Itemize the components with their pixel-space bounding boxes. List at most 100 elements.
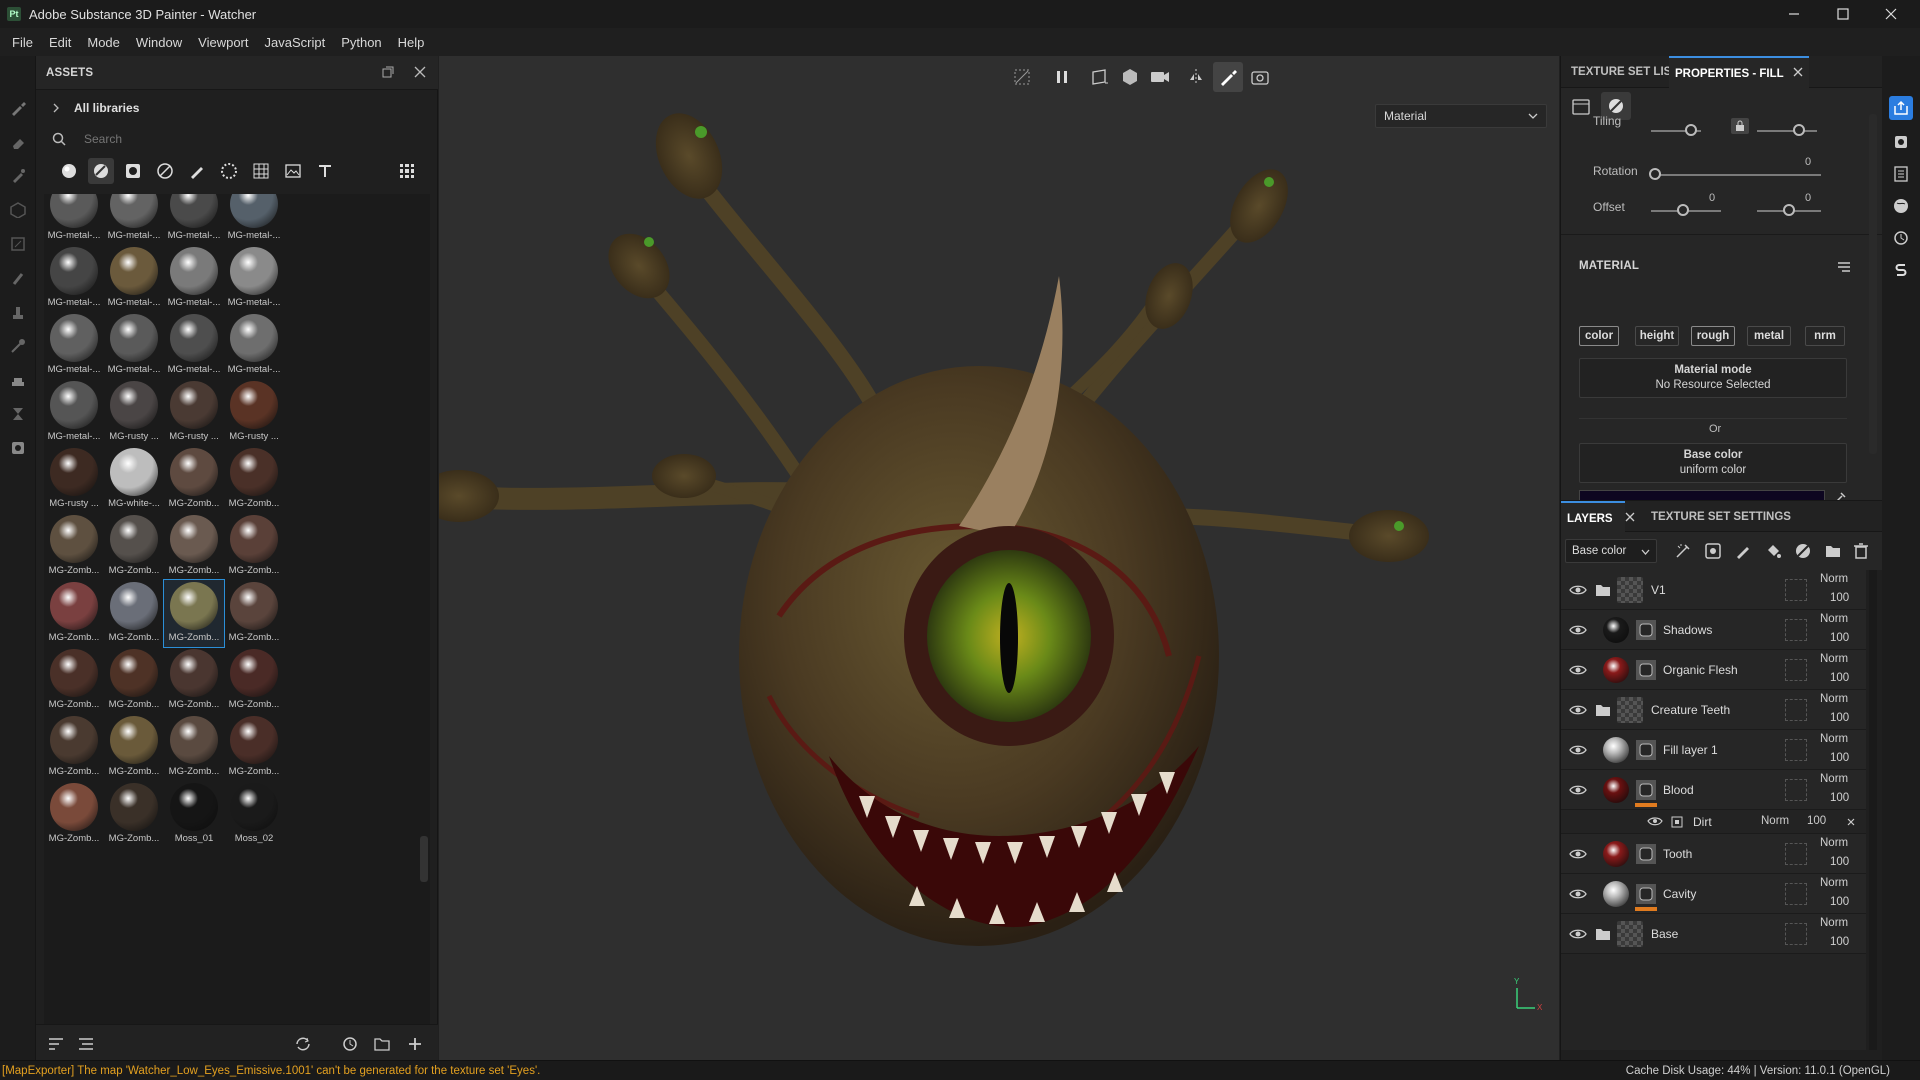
layer-mask-slot[interactable] (1785, 739, 1807, 761)
asset-item[interactable]: MG-rusty ... (44, 446, 104, 513)
minimize-button[interactable] (1771, 0, 1817, 28)
geometry-mask-tool[interactable] (8, 200, 28, 220)
viewport-mode-select[interactable]: Material (1375, 104, 1547, 128)
tab-layers[interactable]: LAYERS (1561, 501, 1625, 533)
layer-mask-icon[interactable] (1635, 659, 1657, 681)
asset-item[interactable]: MG-metal-... (224, 194, 284, 245)
paint-mode-button[interactable] (1213, 62, 1243, 92)
layer-opacity[interactable]: 100 (1830, 632, 1849, 644)
asset-item[interactable]: MG-Zomb... (164, 714, 224, 781)
layer-mask-icon[interactable] (1635, 843, 1657, 865)
channel-nrm-button[interactable]: nrm (1805, 326, 1845, 346)
visibility-eye-icon[interactable] (1569, 624, 1587, 636)
asset-item[interactable]: MG-white-... (104, 446, 164, 513)
camera-settings-button[interactable] (1145, 62, 1175, 92)
asset-item[interactable]: MG-Zomb... (163, 579, 225, 648)
pause-button[interactable] (1047, 62, 1077, 92)
tiling-slider-2[interactable] (1757, 130, 1817, 132)
shader-settings-button[interactable] (1889, 162, 1913, 186)
channel-color-button[interactable]: color (1579, 326, 1619, 346)
asset-item[interactable]: MG-metal-... (224, 312, 284, 379)
asset-item[interactable]: MG-Zomb... (104, 513, 164, 580)
menu-python[interactable]: Python (333, 35, 389, 50)
layer-mask-slot[interactable] (1785, 843, 1807, 865)
asset-item[interactable]: MG-Zomb... (164, 446, 224, 513)
layer-mask-slot[interactable] (1785, 779, 1807, 801)
asset-item[interactable]: MG-Zomb... (224, 714, 284, 781)
visibility-eye-icon[interactable] (1569, 704, 1587, 716)
menu-help[interactable]: Help (390, 35, 433, 50)
menu-window[interactable]: Window (128, 35, 190, 50)
asset-item[interactable]: Moss_01 (164, 781, 224, 848)
channel-metal-button[interactable]: metal (1747, 326, 1791, 346)
asset-item[interactable]: MG-metal-... (104, 312, 164, 379)
asset-item[interactable]: MG-Zomb... (104, 714, 164, 781)
layer-row[interactable]: Tooth Norm 100 (1561, 834, 1866, 874)
filter-smart-materials-button[interactable] (88, 158, 114, 184)
tab-properties-fill[interactable]: PROPERTIES - FILL (1669, 56, 1809, 88)
visibility-eye-icon[interactable] (1569, 584, 1587, 596)
filter-particles-button[interactable] (216, 158, 242, 184)
rotation-slider[interactable] (1651, 174, 1821, 176)
menu-javascript[interactable]: JavaScript (256, 35, 333, 50)
tiling-slider-knob[interactable] (1685, 124, 1697, 136)
tab-texture-set-settings[interactable]: TEXTURE SET SETTINGS (1645, 501, 1797, 533)
asset-item[interactable]: MG-Zomb... (44, 513, 104, 580)
asset-item[interactable]: MG-metal-... (224, 245, 284, 312)
layer-blend-mode[interactable]: Norm (1820, 837, 1848, 849)
filter-materials-button[interactable] (56, 158, 82, 184)
asset-item[interactable]: MG-Zomb... (44, 781, 104, 848)
layer-mask-slot[interactable] (1785, 923, 1807, 945)
asset-item[interactable]: MG-Zomb... (224, 446, 284, 513)
menu-edit[interactable]: Edit (41, 35, 79, 50)
layer-mask-icon[interactable] (1635, 883, 1657, 905)
asset-item[interactable]: MG-metal-... (164, 312, 224, 379)
float-panel-button[interactable] (382, 66, 394, 78)
asset-item[interactable]: Moss_02 (224, 781, 284, 848)
base-color-box[interactable]: Base color uniform color (1579, 443, 1847, 483)
layer-opacity[interactable]: 100 (1830, 592, 1849, 604)
layer-mask-icon[interactable] (1635, 739, 1657, 761)
asset-item[interactable]: MG-Zomb... (224, 580, 284, 647)
sublayer-row[interactable]: Dirt Norm 100 (1561, 810, 1866, 834)
view-3d-button[interactable] (1115, 62, 1145, 92)
offset-v-knob[interactable] (1783, 204, 1795, 216)
layer-mask-slot[interactable] (1785, 659, 1807, 681)
filter-alphas-button[interactable] (248, 158, 274, 184)
layer-blend-mode[interactable]: Norm (1820, 773, 1848, 785)
paint-brush-tool[interactable] (8, 98, 28, 118)
asset-scrollbar[interactable] (420, 836, 428, 882)
layer-opacity[interactable]: 100 (1830, 792, 1849, 804)
sublayer-blend-mode[interactable]: Norm (1761, 815, 1789, 827)
substance-share-button[interactable] (1889, 258, 1913, 282)
asset-item[interactable]: MG-metal-... (44, 312, 104, 379)
layer-row[interactable]: Cavity Norm 100 (1561, 874, 1866, 914)
layer-opacity[interactable]: 100 (1830, 752, 1849, 764)
layer-opacity[interactable]: 100 (1830, 672, 1849, 684)
rotation-slider-knob[interactable] (1649, 168, 1661, 180)
symmetry-button[interactable] (1181, 62, 1211, 92)
asset-item[interactable]: MG-Zomb... (164, 647, 224, 714)
asset-item[interactable]: MG-Zomb... (44, 714, 104, 781)
layer-row[interactable]: V1 Norm 100 (1561, 570, 1866, 610)
layer-mask-icon[interactable] (1635, 779, 1657, 801)
visibility-eye-icon[interactable] (1569, 888, 1587, 900)
display-settings-tool[interactable] (8, 438, 28, 458)
visibility-eye-icon[interactable] (1647, 816, 1663, 827)
menu-file[interactable]: File (4, 35, 41, 50)
maximize-button[interactable] (1820, 0, 1866, 28)
visibility-eye-icon[interactable] (1569, 784, 1587, 796)
layer-mask-slot[interactable] (1785, 619, 1807, 641)
filter-environments-button[interactable] (280, 158, 306, 184)
layers-scrollbar[interactable] (1869, 570, 1877, 1050)
visibility-eye-icon[interactable] (1569, 928, 1587, 940)
folder-icon[interactable] (1595, 703, 1611, 717)
layer-row[interactable]: Fill layer 1 Norm 100 (1561, 730, 1866, 770)
asset-item[interactable]: MG-rusty ... (224, 379, 284, 446)
color-picker-tool[interactable] (8, 336, 28, 356)
offset-u-knob[interactable] (1677, 204, 1689, 216)
environment-button[interactable] (1889, 194, 1913, 218)
hide-ui-button[interactable] (1007, 62, 1037, 92)
channel-height-button[interactable]: height (1635, 326, 1679, 346)
menu-viewport[interactable]: Viewport (190, 35, 256, 50)
